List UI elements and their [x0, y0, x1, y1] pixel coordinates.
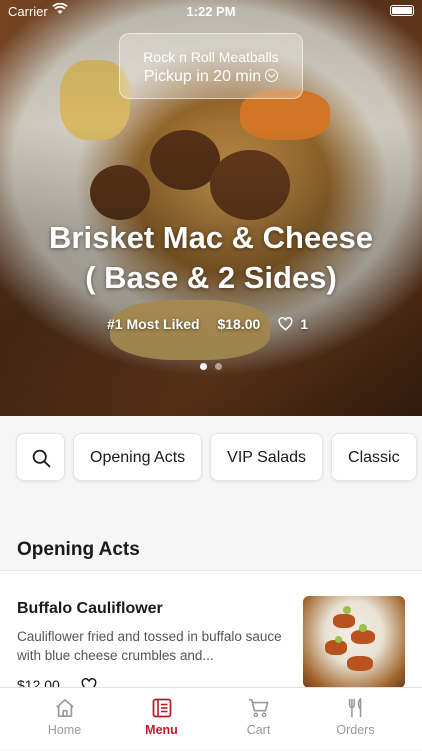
battery-icon [390, 5, 414, 16]
pickup-time-row: Pickup in 20 min [120, 68, 302, 86]
food-photo-detail [335, 636, 342, 643]
pickup-selector[interactable]: Rock n Roll Meatballs Pickup in 20 min [119, 33, 303, 99]
tab-orders[interactable]: Orders [307, 688, 404, 751]
status-bar: Carrier 1:22 PM [0, 0, 422, 22]
cart-icon [248, 699, 268, 718]
fork-knife-icon [348, 698, 361, 718]
chevron-down-circle-icon [265, 69, 279, 82]
featured-item-title: Brisket Mac & Cheese ( Base & 2 Sides) [10, 218, 412, 298]
tab-menu[interactable]: Menu [113, 688, 210, 751]
featured-likes[interactable]: 1 [278, 316, 315, 332]
menu-item-photo[interactable] [303, 596, 405, 688]
food-photo-detail [351, 630, 375, 644]
featured-title-line-1: Brisket Mac & Cheese [49, 220, 373, 255]
food-photo-detail [333, 614, 355, 628]
menu-item-description: Cauliflower fried and tossed in buffalo … [17, 629, 282, 663]
category-bar[interactable]: Opening Acts VIP Salads Classic [0, 416, 422, 502]
food-photo-detail [359, 624, 367, 632]
tab-menu-label: Menu [145, 723, 178, 737]
food-photo-detail [347, 656, 373, 671]
section-header: Opening Acts [0, 502, 422, 570]
tab-bar[interactable]: Home Menu Cart Orders [0, 687, 422, 750]
pickup-time: Pickup in 20 min [143, 68, 262, 85]
tab-home[interactable]: Home [16, 688, 113, 751]
featured-badge: #1 Most Liked [107, 316, 200, 332]
tab-cart[interactable]: Cart [210, 688, 307, 751]
carousel-dot[interactable] [215, 363, 222, 370]
hero-banner[interactable]: Carrier 1:22 PM Rock n Roll Meatballs Pi… [0, 0, 422, 416]
tab-cart-label: Cart [246, 723, 271, 737]
food-photo-detail [343, 606, 351, 614]
status-time: 1:22 PM [186, 4, 236, 19]
store-name: Rock n Roll Meatballs [143, 49, 279, 65]
search-button[interactable] [16, 433, 65, 481]
category-chip-classic[interactable]: Classic [331, 433, 417, 481]
search-icon [32, 449, 51, 468]
category-chip-vip-salads[interactable]: VIP Salads [210, 433, 324, 481]
featured-like-count: 1 [300, 316, 308, 332]
home-icon [55, 699, 74, 717]
tab-orders-label: Orders [336, 723, 375, 737]
carousel-dot-active[interactable] [200, 363, 207, 370]
menu-item-name: Buffalo Cauliflower [17, 600, 163, 617]
carousel-indicator[interactable] [0, 357, 422, 375]
heart-icon [278, 317, 293, 331]
tab-home-label: Home [47, 723, 82, 737]
category-chip-opening-acts[interactable]: Opening Acts [73, 433, 203, 481]
menu-item-card[interactable]: Buffalo Cauliflower Cauliflower fried an… [0, 570, 422, 693]
featured-title-line-2: ( Base & 2 Sides) [85, 260, 337, 295]
menu-icon [152, 698, 171, 718]
featured-price: $18.00 [217, 316, 261, 332]
section-title: Opening Acts [17, 539, 140, 560]
featured-item-meta: #1 Most Liked $18.00 1 [0, 316, 422, 332]
